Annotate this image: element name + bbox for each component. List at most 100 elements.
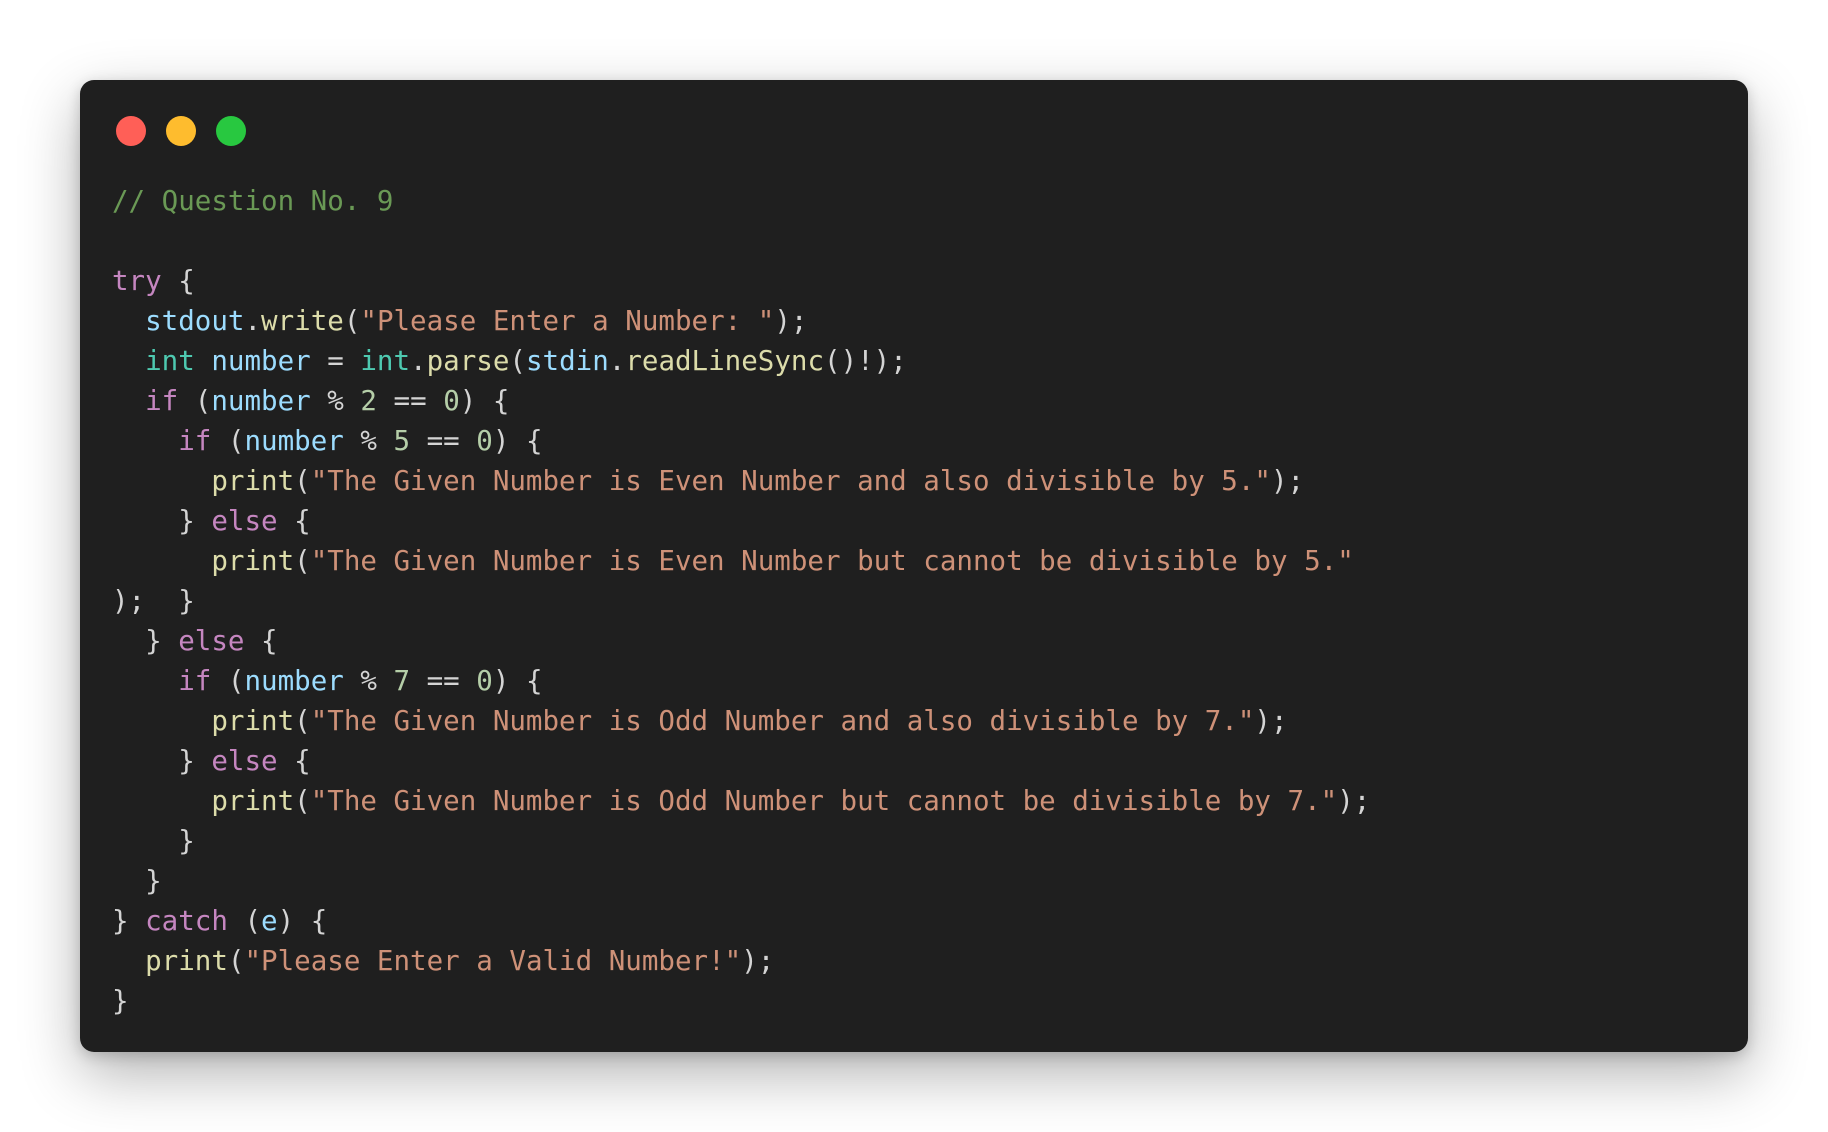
code-line: print("Please Enter a Valid Number!"); (112, 941, 1370, 981)
code-token-punct: ) { (492, 425, 543, 457)
code-token-comment: // Question No. 9 (112, 185, 394, 217)
code-token-variable: number (211, 385, 311, 417)
code-token-punct (112, 945, 145, 977)
code-token-punct: % (310, 385, 361, 417)
code-token-punct (112, 665, 178, 697)
code-token-punct: ( (178, 385, 212, 417)
minimize-button[interactable] (166, 116, 196, 146)
code-token-keyword: catch (145, 905, 228, 937)
code-line: } catch (e) { (112, 901, 1370, 941)
code-token-punct: . (608, 345, 626, 377)
code-token-keyword: else (178, 625, 245, 657)
code-token-punct: ( (509, 345, 526, 377)
code-token-number: 0 (476, 425, 493, 457)
code-token-punct: ); } (112, 585, 195, 617)
code-token-string: "Please Enter a Number: " (360, 305, 775, 337)
code-token-function: print (211, 465, 295, 497)
code-line: } else { (112, 741, 1370, 781)
code-token-punct: ); (774, 305, 808, 337)
code-token-punct: } (112, 625, 179, 657)
code-token-punct (112, 465, 211, 497)
code-token-variable: stdin (525, 345, 609, 377)
code-token-punct: ()!); (824, 345, 907, 377)
code-line: if (number % 5 == 0) { (112, 421, 1370, 461)
code-token-punct: . (410, 345, 427, 377)
code-token-function: write (261, 305, 344, 337)
code-token-punct: { (277, 505, 311, 537)
code-token-punct: } (112, 825, 195, 857)
code-token-variable: number (211, 345, 311, 377)
code-token-type: int (145, 345, 195, 377)
code-token-punct (195, 345, 212, 377)
code-token-string: "The Given Number is Odd Number and also… (310, 705, 1255, 737)
code-token-punct: ( (227, 905, 262, 937)
code-token-keyword: else (211, 745, 278, 777)
code-token-punct: % (343, 665, 394, 697)
close-button[interactable] (116, 116, 146, 146)
code-line: print("The Given Number is Odd Number bu… (112, 781, 1370, 821)
code-line: stdout.write("Please Enter a Number: "); (112, 301, 1370, 341)
code-token-variable: number (244, 665, 344, 697)
code-token-punct: { (161, 265, 195, 297)
code-token-function: parse (426, 345, 510, 377)
code-token-variable: e (261, 905, 278, 937)
code-line: ); } (112, 581, 1370, 621)
code-token-number: 0 (476, 665, 493, 697)
code-line: } (112, 861, 1370, 901)
code-line: } else { (112, 621, 1370, 661)
code-token-function: print (145, 945, 228, 977)
code-token-function: readLineSync (625, 345, 825, 377)
code-token-punct: ( (211, 665, 245, 697)
code-line: if (number % 2 == 0) { (112, 381, 1370, 421)
code-token-string: "The Given Number is Even Number and als… (310, 465, 1271, 497)
code-token-punct (112, 305, 145, 337)
code-token-punct: } (112, 985, 129, 1017)
code-token-punct: = (310, 345, 361, 377)
code-token-punct: } (112, 905, 146, 937)
code-token-type: int (360, 345, 411, 377)
code-line: } (112, 981, 1370, 1021)
code-token-punct: == (410, 665, 477, 697)
code-token-punct: ( (294, 465, 311, 497)
code-token-number: 0 (443, 385, 460, 417)
code-token-function: print (211, 785, 295, 817)
code-token-punct (112, 705, 211, 737)
code-token-number: 7 (393, 665, 411, 697)
code-token-string: "The Given Number is Odd Number but cann… (310, 785, 1338, 817)
code-token-punct: ); (1254, 705, 1288, 737)
code-token-punct: ( (211, 425, 245, 457)
code-line: print("The Given Number is Even Number b… (112, 541, 1370, 581)
code-token-punct: == (410, 425, 477, 457)
code-token-punct: ( (227, 945, 245, 977)
code-token-punct: ( (294, 545, 311, 577)
code-line: int number = int.parse(stdin.readLineSyn… (112, 341, 1370, 381)
window-controls (116, 116, 246, 146)
zoom-button[interactable] (216, 116, 246, 146)
code-token-punct (112, 385, 145, 417)
code-token-keyword: if (178, 425, 212, 457)
code-token-punct: ); (1337, 785, 1371, 817)
code-line: print("The Given Number is Odd Number an… (112, 701, 1370, 741)
code-token-punct: . (244, 305, 262, 337)
code-token-punct (112, 785, 211, 817)
code-token-punct: ) { (459, 385, 510, 417)
code-token-punct: ( (294, 785, 311, 817)
code-token-punct: { (244, 625, 278, 657)
code-token-keyword: try (112, 265, 162, 297)
code-token-number: 5 (393, 425, 411, 457)
code-token-punct: { (277, 745, 311, 777)
code-token-number: 2 (360, 385, 377, 417)
code-token-punct: ) { (492, 665, 543, 697)
code-token-string: "Please Enter a Valid Number!" (244, 945, 742, 977)
code-token-punct: ); (1270, 465, 1305, 497)
code-window: // Question No. 9 try { stdout.write("Ple… (80, 80, 1748, 1052)
code-token-function: print (211, 545, 295, 577)
code-token-punct: % (343, 425, 394, 457)
code-token-punct: ); (741, 945, 775, 977)
code-line: if (number % 7 == 0) { (112, 661, 1370, 701)
code-token-punct (112, 425, 178, 457)
code-token-punct: ( (294, 705, 311, 737)
code-token-variable: number (244, 425, 344, 457)
code-token-punct (112, 545, 211, 577)
